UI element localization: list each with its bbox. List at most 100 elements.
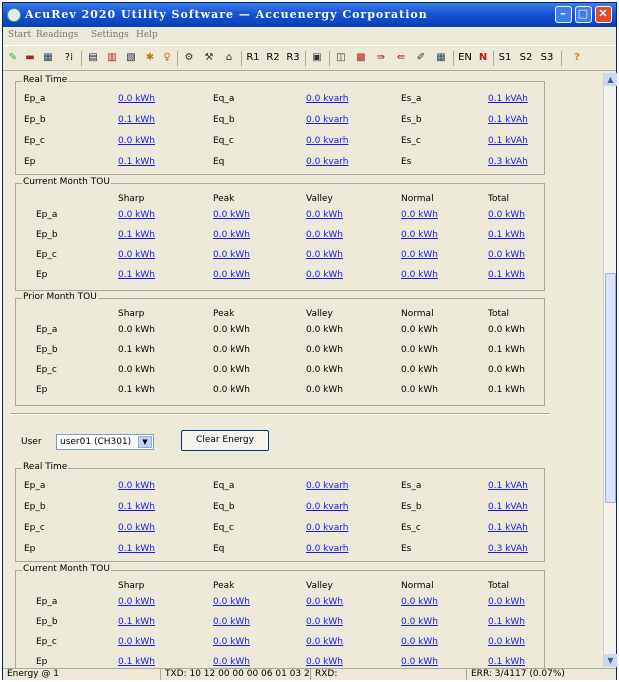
r3-button[interactable]: R3 [285, 50, 301, 66]
device-icon[interactable]: ▦ [41, 50, 55, 66]
energy-value-link[interactable]: 0.0 kWh [213, 597, 250, 607]
minimize-button[interactable]: – [555, 6, 572, 23]
energy-value-link[interactable]: 0.1 kVAh [488, 115, 528, 125]
menu-help[interactable]: Help [136, 30, 158, 40]
energy-value-link[interactable]: 0.1 kWh [118, 270, 155, 280]
energy-value-link[interactable]: 0.0 kWh [306, 637, 343, 647]
energy-value-link[interactable]: 0.0 kWh [401, 617, 438, 627]
energy-value-link[interactable]: 0.0 kWh [213, 637, 250, 647]
energy-value-link[interactable]: 0.0 kWh [401, 597, 438, 607]
energy-value-link[interactable]: 0.1 kWh [118, 502, 155, 512]
menu-readings[interactable]: Readings [36, 30, 78, 40]
energy-value-link[interactable]: 0.0 kWh [306, 250, 343, 260]
energy-value-link[interactable]: 0.0 kWh [118, 250, 155, 260]
energy-value-link[interactable]: 0.1 kVAh [488, 136, 528, 146]
close-button[interactable]: ✕ [595, 6, 612, 23]
energy-value-link[interactable]: 0.0 kvarh [306, 136, 348, 146]
en-button[interactable]: EN [457, 50, 473, 66]
clear-energy-button[interactable]: Clear Energy [181, 430, 269, 451]
demand-icon[interactable]: ▧ [123, 50, 139, 66]
energy-value-link[interactable]: 0.3 kVAh [488, 157, 528, 167]
n-button[interactable]: N [477, 50, 489, 66]
menu-start[interactable]: Start [8, 30, 31, 40]
energy-value-link[interactable]: 0.0 kvarh [306, 94, 348, 104]
r2-button[interactable]: R2 [265, 50, 281, 66]
energy-icon[interactable]: ▥ [104, 50, 120, 66]
energy-value-link[interactable]: 0.0 kvarh [306, 157, 348, 167]
energy-value-link[interactable]: 0.0 kWh [118, 481, 155, 491]
title-bar[interactable]: AcuRev 2020 Utility Software — Accuenerg… [3, 3, 616, 27]
energy-value-link[interactable]: 0.0 kWh [306, 597, 343, 607]
energy-value-link[interactable]: 0.1 kWh [118, 115, 155, 125]
energy-value-link[interactable]: 0.0 kWh [213, 250, 250, 260]
energy-value-link[interactable]: 0.0 kvarh [306, 523, 348, 533]
report-icon[interactable]: ◫ [333, 50, 349, 66]
scroll-up-icon[interactable]: ▲ [604, 73, 617, 86]
lock-icon[interactable]: ⌂ [221, 50, 237, 66]
scroll-thumb[interactable] [605, 273, 616, 503]
energy-value-link[interactable]: 0.0 kvarh [306, 544, 348, 554]
energy-value-link[interactable]: 0.0 kWh [213, 617, 250, 627]
query-icon[interactable]: ?⁞ [61, 50, 77, 66]
energy-value-link[interactable]: 0.1 kVAh [488, 502, 528, 512]
energy-value-link[interactable]: 0.1 kWh [488, 657, 525, 667]
energy-value-link[interactable]: 0.0 kWh [306, 617, 343, 627]
energy-value-link[interactable]: 0.0 kWh [118, 94, 155, 104]
energy-value-link[interactable]: 0.0 kWh [401, 270, 438, 280]
export-icon[interactable]: ⇛ [373, 50, 389, 66]
chevron-down-icon[interactable]: ▼ [138, 436, 152, 448]
energy-value-link[interactable]: 0.1 kWh [118, 157, 155, 167]
energy-value-link[interactable]: 0.0 kWh [118, 523, 155, 533]
energy-value-link[interactable]: 0.0 kWh [306, 230, 343, 240]
r1-button[interactable]: R1 [245, 50, 261, 66]
connect-icon[interactable]: ✎ [7, 50, 19, 66]
energy-value-link[interactable]: 0.0 kvarh [306, 115, 348, 125]
energy-value-link[interactable]: 0.0 kWh [213, 230, 250, 240]
energy-value-link[interactable]: 0.1 kWh [488, 230, 525, 240]
s1-button[interactable]: S1 [497, 50, 513, 66]
energy-value-link[interactable]: 0.0 kWh [118, 597, 155, 607]
help-icon[interactable]: ? [569, 50, 585, 66]
energy-value-link[interactable]: 0.0 kWh [213, 270, 250, 280]
energy-value-link[interactable]: 0.0 kvarh [306, 502, 348, 512]
energy-value-link[interactable]: 0.0 kvarh [306, 481, 348, 491]
energy-value-link[interactable]: 0.1 kVAh [488, 523, 528, 533]
energy-value-link[interactable]: 0.0 kWh [213, 657, 250, 667]
table-icon[interactable]: ▦ [433, 50, 449, 66]
meter-icon[interactable]: ▬ [22, 50, 38, 66]
energy-value-link[interactable]: 0.1 kWh [118, 657, 155, 667]
energy-value-link[interactable]: 0.0 kWh [306, 657, 343, 667]
record-icon[interactable]: ▩ [353, 50, 369, 66]
s3-button[interactable]: S3 [539, 50, 555, 66]
gear-icon[interactable]: ⚙ [181, 50, 197, 66]
alarm-icon[interactable]: ♀ [161, 50, 173, 66]
energy-value-link[interactable]: 0.0 kWh [213, 210, 250, 220]
energy-value-link[interactable]: 0.1 kVAh [488, 481, 528, 491]
energy-value-link[interactable]: 0.1 kWh [488, 270, 525, 280]
energy-value-link[interactable]: 0.0 kWh [488, 250, 525, 260]
energy-value-link[interactable]: 0.0 kWh [118, 637, 155, 647]
io-icon[interactable]: ⚒ [201, 50, 217, 66]
user-select[interactable]: user01 (CH301) ▼ [56, 434, 154, 450]
edit-icon[interactable]: ✐ [413, 50, 429, 66]
energy-value-link[interactable]: 0.1 kWh [118, 544, 155, 554]
energy-value-link[interactable]: 0.0 kWh [306, 270, 343, 280]
energy-value-link[interactable]: 0.0 kWh [401, 230, 438, 240]
menu-settings[interactable]: Settings [91, 30, 129, 40]
energy-value-link[interactable]: 0.1 kWh [118, 230, 155, 240]
energy-value-link[interactable]: 0.1 kWh [118, 617, 155, 627]
energy-value-link[interactable]: 0.0 kWh [401, 637, 438, 647]
energy-value-link[interactable]: 0.0 kWh [118, 210, 155, 220]
energy-value-link[interactable]: 0.3 kVAh [488, 544, 528, 554]
log-icon[interactable]: ▣ [309, 50, 325, 66]
energy-value-link[interactable]: 0.1 kVAh [488, 94, 528, 104]
energy-value-link[interactable]: 0.0 kWh [488, 637, 525, 647]
energy-value-link[interactable]: 0.0 kWh [488, 597, 525, 607]
harmonics-icon[interactable]: ✱ [142, 50, 158, 66]
energy-value-link[interactable]: 0.1 kWh [488, 617, 525, 627]
scroll-down-icon[interactable]: ▼ [604, 654, 617, 667]
energy-value-link[interactable]: 0.0 kWh [401, 250, 438, 260]
import-icon[interactable]: ⇚ [393, 50, 409, 66]
energy-value-link[interactable]: 0.0 kWh [118, 136, 155, 146]
settings-icon[interactable]: ▤ [85, 50, 101, 66]
